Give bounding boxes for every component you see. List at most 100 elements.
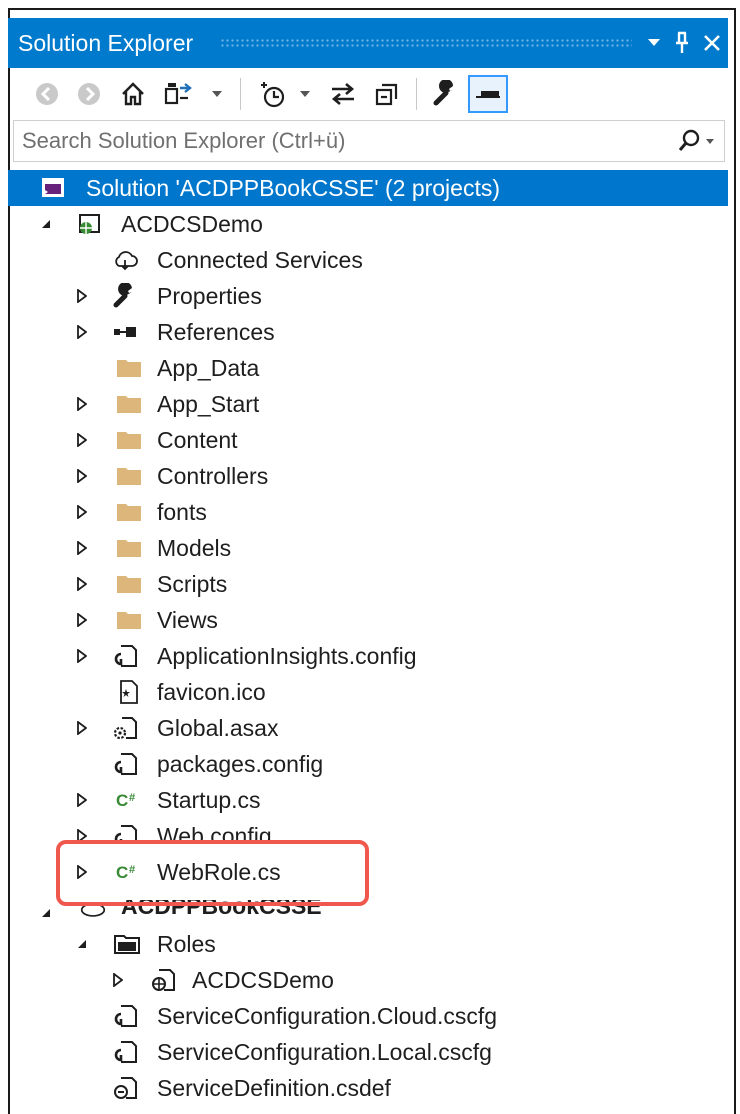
- collapsed-arrow-icon[interactable]: [74, 539, 90, 557]
- expanded-arrow-icon[interactable]: [74, 935, 90, 953]
- tree-row-references[interactable]: References: [8, 314, 728, 350]
- collapsed-arrow-icon[interactable]: [74, 287, 90, 305]
- tree-row-global-asax[interactable]: Global.asax: [8, 710, 728, 746]
- folder-icon: [116, 463, 142, 489]
- tree-row-packages-config[interactable]: packages.config: [8, 746, 728, 782]
- search-input[interactable]: [22, 126, 652, 156]
- expanded-arrow-icon[interactable]: [38, 215, 54, 233]
- csharp-file-icon: C #: [114, 787, 146, 813]
- collapsed-arrow-icon[interactable]: [74, 467, 90, 485]
- project-label: ACDCSDemo: [121, 211, 263, 237]
- item-label: fonts: [157, 499, 207, 525]
- web-project-icon: [76, 211, 102, 237]
- item-label: Roles: [157, 931, 216, 957]
- svg-text:C: C: [116, 863, 128, 882]
- item-label: ServiceDefinition.csdef: [157, 1075, 391, 1101]
- item-label: ServiceConfiguration.Local.cscfg: [157, 1039, 492, 1065]
- title-bar: Solution Explorer: [8, 18, 728, 68]
- tree-row-app-data[interactable]: App_Data: [8, 350, 728, 386]
- collapsed-arrow-icon[interactable]: [74, 503, 90, 521]
- collapsed-arrow-icon[interactable]: [74, 323, 90, 341]
- item-label: favicon.ico: [157, 679, 266, 705]
- folder-icon: [116, 355, 142, 381]
- sync-dropdown-icon[interactable]: [208, 76, 226, 112]
- tree-row-scripts[interactable]: Scripts: [8, 566, 728, 602]
- tree-row-role-acdcsdemo[interactable]: ACDCSDemo: [8, 962, 728, 998]
- collapsed-arrow-icon[interactable]: [74, 827, 90, 844]
- item-label: App_Start: [157, 391, 260, 417]
- tree-row-fonts[interactable]: fonts: [8, 494, 728, 530]
- tree-row-app-start[interactable]: App_Start: [8, 386, 728, 422]
- item-label: App_Data: [157, 355, 260, 381]
- tree-row-startup-cs[interactable]: C # Startup.cs: [8, 782, 728, 818]
- collapsed-arrow-icon[interactable]: [74, 647, 90, 665]
- toolbar: [8, 68, 728, 120]
- cloud-project-icon: [80, 900, 106, 922]
- preview-icon[interactable]: [468, 75, 508, 113]
- tree-row-web-config[interactable]: Web.config: [8, 818, 728, 844]
- sync-icon[interactable]: [160, 76, 196, 112]
- tree-row-project-acdppbookcsse[interactable]: ACDPPBookCSSE: [8, 900, 728, 924]
- tree-row-svc-local[interactable]: ServiceConfiguration.Local.cscfg: [8, 1034, 728, 1070]
- item-label: Global.asax: [157, 715, 279, 741]
- svg-text:C: C: [116, 791, 128, 810]
- tree-row-favicon[interactable]: favicon.ico: [8, 674, 728, 710]
- tree-row-properties[interactable]: Properties: [8, 278, 728, 314]
- toolbar-separator: [416, 78, 417, 110]
- search-icon[interactable]: [676, 128, 716, 154]
- pin-icon[interactable]: [668, 25, 696, 61]
- asax-file-icon: [112, 715, 138, 741]
- tree-row-applicationinsights-config[interactable]: ApplicationInsights.config: [8, 638, 728, 674]
- forward-icon[interactable]: [74, 76, 104, 112]
- sync-arrows-icon[interactable]: [326, 76, 360, 112]
- csdef-file-icon: [112, 1075, 138, 1101]
- collapsed-arrow-icon[interactable]: [74, 719, 90, 737]
- collapse-all-icon[interactable]: [370, 76, 404, 112]
- collapsed-arrow-icon[interactable]: [74, 575, 90, 593]
- close-icon[interactable]: [698, 25, 726, 61]
- back-icon[interactable]: [32, 76, 62, 112]
- cloud-icon: [112, 247, 138, 273]
- tree-row-models[interactable]: Models: [8, 530, 728, 566]
- collapsed-arrow-icon[interactable]: [74, 611, 90, 629]
- image-file-icon: [116, 679, 142, 705]
- tree-row-project-acdcsdemo[interactable]: ACDCSDemo: [8, 206, 728, 242]
- tree-row-webrole-cs[interactable]: C # WebRole.cs: [8, 854, 728, 890]
- folder-icon: [116, 571, 142, 597]
- tree-row-views[interactable]: Views: [8, 602, 728, 638]
- tree-row-connected-services[interactable]: Connected Services: [8, 242, 728, 278]
- folder-icon: [116, 427, 142, 453]
- title-grip[interactable]: [220, 38, 632, 48]
- search-box: [13, 120, 725, 162]
- cscfg-file-icon: [112, 1003, 138, 1029]
- tree-row-controllers[interactable]: Controllers: [8, 458, 728, 494]
- collapsed-arrow-icon[interactable]: [74, 431, 90, 449]
- collapsed-arrow-icon[interactable]: [74, 395, 90, 413]
- tree-row-svc-def[interactable]: ServiceDefinition.csdef: [8, 1070, 728, 1106]
- collapsed-arrow-icon[interactable]: [74, 863, 90, 881]
- item-label: Properties: [157, 283, 262, 309]
- toolbar-separator: [240, 78, 241, 110]
- home-icon[interactable]: [118, 76, 148, 112]
- config-file-icon: [112, 823, 138, 844]
- web-role-icon: [150, 967, 176, 993]
- window-title: Solution Explorer: [18, 30, 194, 56]
- roles-folder-icon: [114, 931, 140, 957]
- tree-row-content[interactable]: Content: [8, 422, 728, 458]
- history-dropdown-icon[interactable]: [296, 76, 314, 112]
- tree-row-solution[interactable]: Solution 'ACDPPBookCSSE' (2 projects): [8, 170, 728, 206]
- folder-icon: [116, 499, 142, 525]
- collapsed-arrow-icon[interactable]: [110, 971, 126, 989]
- project-label: ACDPPBookCSSE: [121, 900, 322, 919]
- history-icon[interactable]: [256, 76, 290, 112]
- item-label: ServiceConfiguration.Cloud.cscfg: [157, 1003, 498, 1029]
- expanded-arrow-icon[interactable]: [38, 904, 54, 922]
- folder-icon: [116, 607, 142, 633]
- collapsed-arrow-icon[interactable]: [74, 791, 90, 809]
- config-file-icon: [112, 751, 138, 777]
- window-dropdown-icon[interactable]: [640, 25, 668, 61]
- references-icon: [112, 319, 138, 345]
- tree-row-roles[interactable]: Roles: [8, 926, 728, 962]
- properties-icon[interactable]: [428, 76, 462, 112]
- tree-row-svc-cloud[interactable]: ServiceConfiguration.Cloud.cscfg: [8, 998, 728, 1034]
